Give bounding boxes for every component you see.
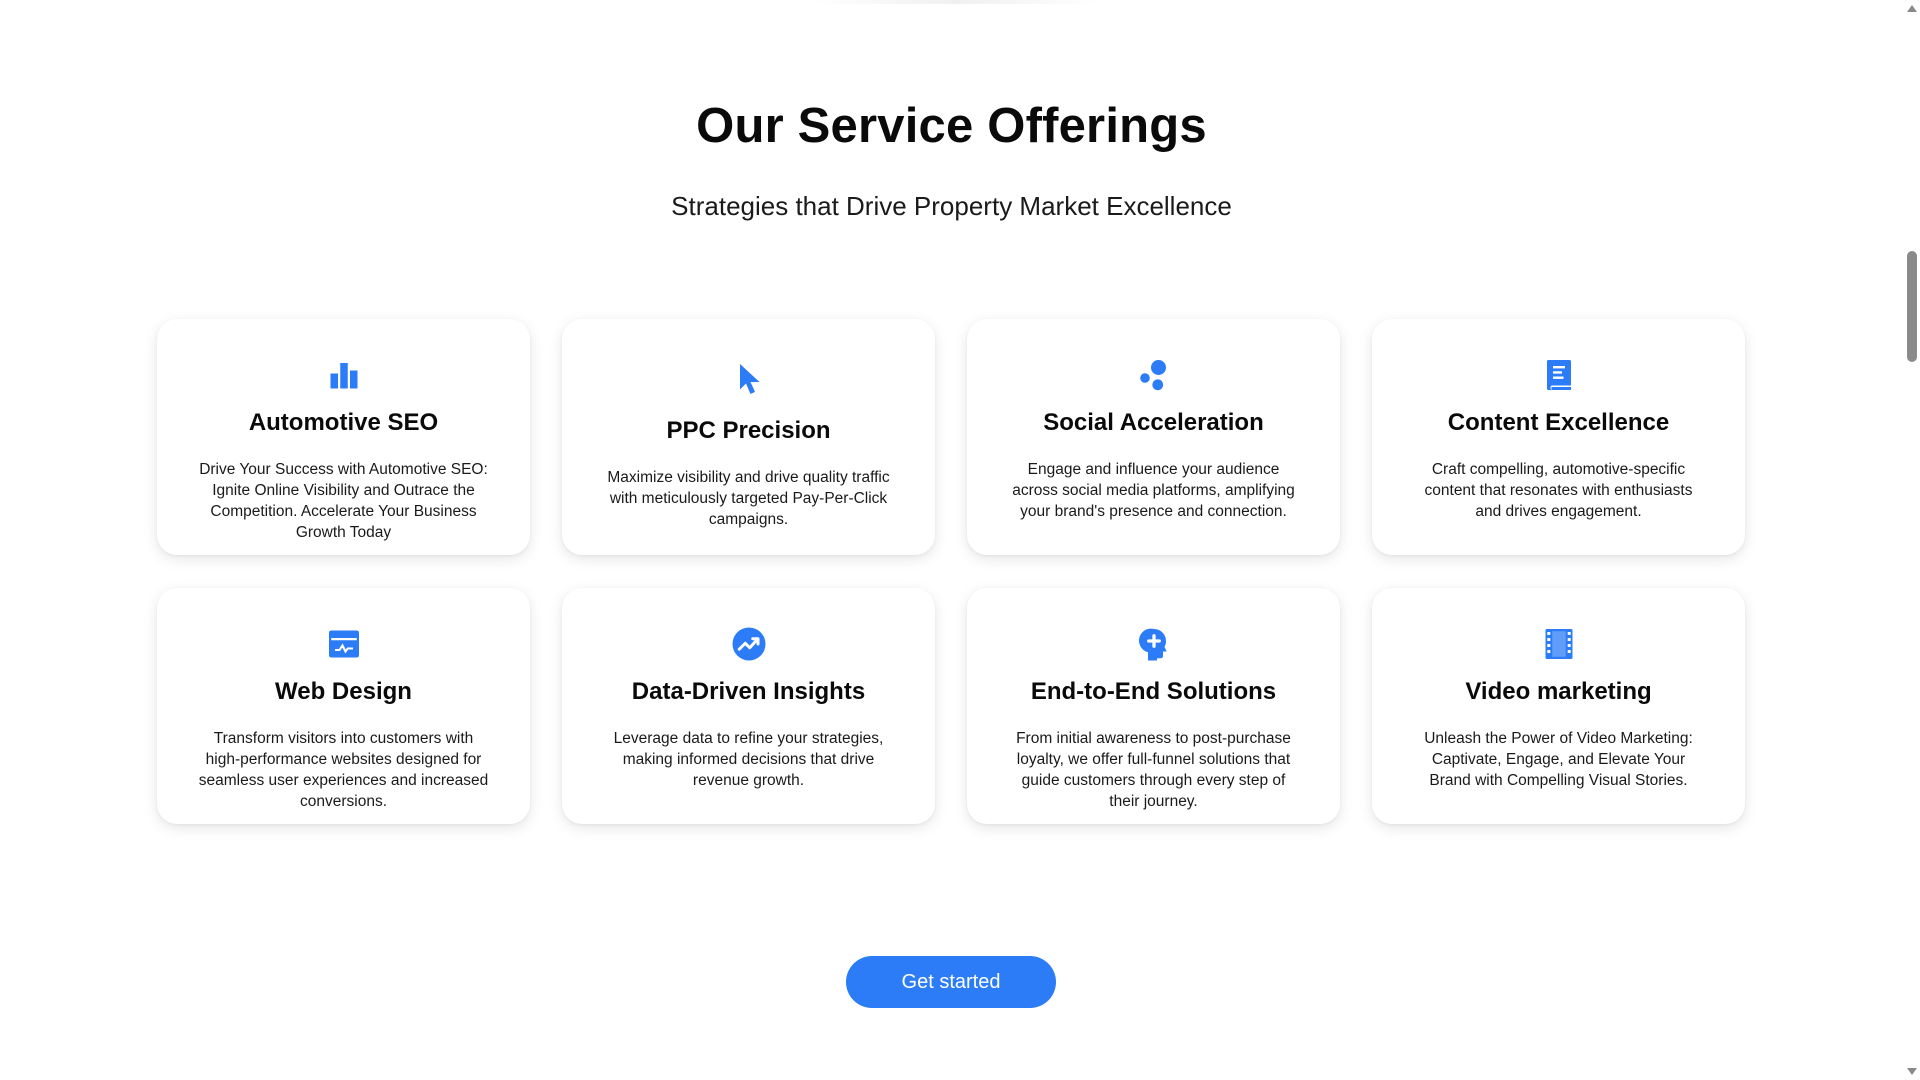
service-description: Craft compelling, automotive-specific co…: [1424, 461, 1693, 520]
services-grid: Automotive SEO Drive Your Success with A…: [157, 319, 1747, 824]
film-strip-icon: [1541, 626, 1577, 662]
bar-chart-icon: [326, 357, 362, 393]
service-title: Automotive SEO: [248, 409, 439, 436]
head-idea-icon: [1136, 626, 1172, 662]
service-card-automotive-seo: Automotive SEO Drive Your Success with A…: [157, 319, 530, 555]
service-description: Drive Your Success with Automotive SEO: …: [199, 461, 488, 541]
scroll-up-arrow-icon[interactable]: [1907, 5, 1917, 12]
service-title: Web Design: [275, 678, 412, 705]
web-browser-icon: [326, 626, 362, 662]
page: Our Service Offerings Strategies that Dr…: [0, 0, 1920, 1080]
scrollbar-thumb[interactable]: [1907, 251, 1917, 362]
service-description: Leverage data to refine your strategies,…: [613, 730, 884, 789]
service-card-data-driven-insights: Data-Driven Insights Leverage data to re…: [562, 588, 935, 824]
section-title: Our Service Offerings: [696, 99, 1207, 153]
service-description: From initial awareness to post-purchase …: [1016, 730, 1291, 810]
service-card-social-acceleration: Social Acceleration Engage and influence…: [967, 319, 1340, 555]
service-card-ppc-precision: PPC Precision Maximize visibility and dr…: [562, 319, 935, 555]
service-description: Maximize visibility and drive quality tr…: [607, 469, 890, 528]
cursor-pointer-icon: [731, 357, 767, 401]
book-icon: [1541, 357, 1577, 393]
service-title: Video marketing: [1465, 678, 1652, 705]
get-started-button[interactable]: Get started: [846, 956, 1056, 1008]
service-card-web-design: Web Design Transform visitors into custo…: [157, 588, 530, 824]
service-description: Transform visitors into customers with h…: [198, 730, 489, 810]
scroll-down-arrow-icon[interactable]: [1907, 1068, 1917, 1075]
service-description: Engage and influence your audience acros…: [1012, 461, 1295, 520]
service-title: PPC Precision: [666, 417, 831, 444]
service-title: Data-Driven Insights: [631, 678, 866, 705]
service-title: Content Excellence: [1447, 409, 1670, 436]
service-card-end-to-end-solutions: End-to-End Solutions From initial awaren…: [967, 588, 1340, 824]
service-title: End-to-End Solutions: [1030, 678, 1277, 705]
top-divider: [812, 0, 1102, 4]
service-card-video-marketing: Video marketing Unleash the Power of Vid…: [1372, 588, 1745, 824]
social-bubbles-icon: [1136, 357, 1172, 393]
vertical-scrollbar[interactable]: [1903, 0, 1920, 1080]
service-description: Unleash the Power of Video Marketing: Ca…: [1424, 730, 1693, 789]
section-subtitle: Strategies that Drive Property Market Ex…: [671, 191, 1232, 221]
service-title: Social Acceleration: [1043, 409, 1264, 436]
service-card-content-excellence: Content Excellence Craft compelling, aut…: [1372, 319, 1745, 555]
trending-up-icon: [731, 626, 767, 662]
